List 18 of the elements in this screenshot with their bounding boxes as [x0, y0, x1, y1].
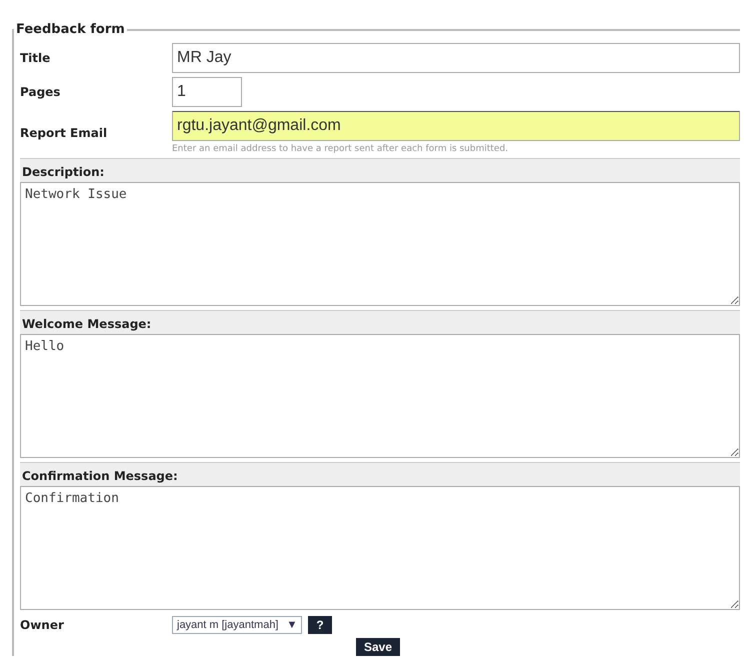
owner-dropdown[interactable]: jayant m [jayantmah] ▼ [172, 616, 302, 634]
text-area[interactable]: Hello [20, 334, 740, 458]
input-field[interactable]: rgtu.jayant@gmail.com [172, 111, 740, 141]
save-button[interactable]: Save [356, 638, 400, 656]
section-header: Welcome Message: [20, 310, 740, 334]
help-button[interactable]: ? [308, 616, 332, 634]
input-field[interactable]: MR Jay [172, 43, 740, 73]
field-label: Pages [20, 85, 62, 99]
text-area[interactable]: Network Issue [20, 182, 740, 306]
hint-text: Enter an email address to have a report sent after each form is submitted. [172, 144, 510, 154]
section-header: Description: [20, 158, 740, 182]
form-legend: Feedback form [14, 22, 127, 37]
text-area[interactable]: Confirmation [20, 486, 740, 610]
field-label: Title [20, 51, 52, 65]
field-label: Owner [20, 618, 65, 632]
input-field[interactable]: 1 [172, 77, 242, 107]
section-header: Confirmation Message: [20, 462, 740, 486]
field-label: Report Email [20, 126, 108, 140]
